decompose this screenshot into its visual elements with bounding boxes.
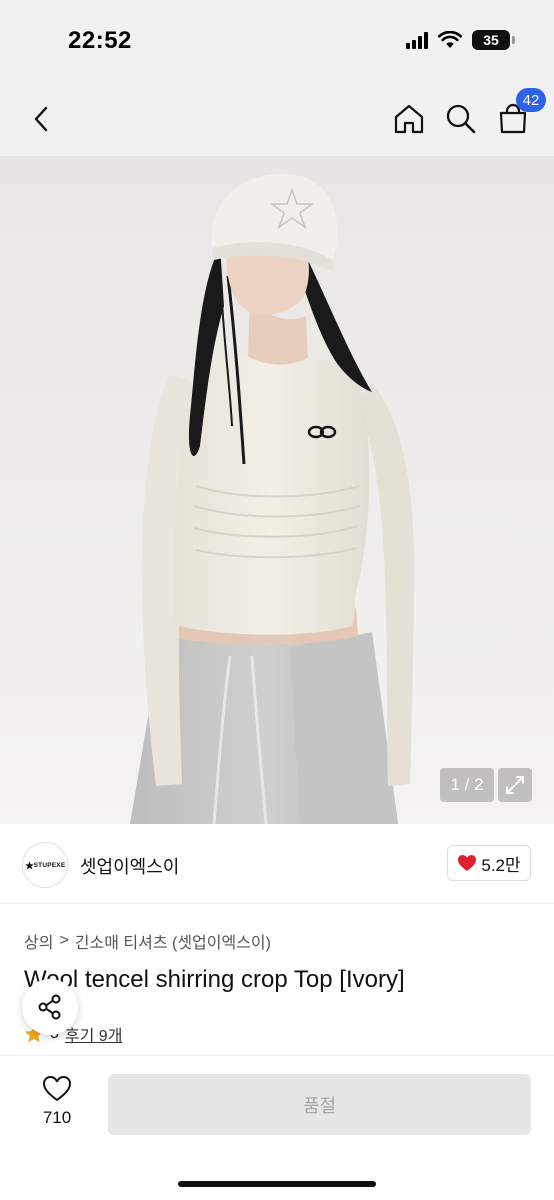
wishlist-button[interactable]: 710: [30, 1075, 84, 1128]
model-photo-illustration: [130, 174, 414, 824]
soldout-button[interactable]: 품절: [108, 1074, 531, 1135]
status-icons: 35: [406, 30, 515, 50]
expand-icon: [506, 776, 524, 794]
home-button[interactable]: [392, 102, 426, 136]
brand-name[interactable]: 셋업이엑스이: [80, 853, 179, 879]
search-icon: [446, 104, 476, 134]
product-photo[interactable]: [0, 156, 554, 824]
battery-icon: 35: [472, 30, 515, 50]
nav-actions: 42: [392, 88, 546, 136]
share-icon: [38, 994, 61, 1020]
breadcrumb-separator: >: [59, 932, 69, 949]
cart-button[interactable]: 42: [496, 88, 546, 136]
expand-image-button[interactable]: [498, 768, 532, 802]
nav-bar: 42: [0, 86, 554, 156]
brand-like-count: 5.2만: [481, 855, 521, 875]
search-button[interactable]: [444, 102, 478, 136]
cart-count-badge: 42: [516, 88, 546, 112]
signal-icon: [406, 31, 428, 49]
star-logo-icon: [24, 860, 34, 869]
home-icon: [394, 104, 424, 134]
back-chevron-icon: [34, 106, 48, 132]
home-indicator: [178, 1181, 376, 1187]
back-button[interactable]: [24, 102, 58, 136]
brand-logo[interactable]: STUPEXE: [22, 842, 68, 888]
status-bar: 22:52 35: [0, 0, 554, 86]
brand-like-button[interactable]: 5.2만: [447, 845, 531, 881]
share-button[interactable]: [22, 979, 78, 1035]
breadcrumb-category[interactable]: 상의: [24, 929, 53, 953]
battery-level: 35: [483, 32, 499, 48]
image-counter: 1 / 2: [440, 768, 494, 802]
brand-logo-text: STUPEXE: [33, 861, 66, 869]
review-link[interactable]: 후기 9개: [65, 1022, 123, 1046]
product-title: Wool tencel shirring crop Top [Ivory]: [24, 966, 405, 993]
status-time: 22:52: [68, 27, 132, 54]
heart-icon: [458, 855, 477, 871]
breadcrumb: 상의 > 긴소매 티셔츠 (셋업이엑스이): [24, 929, 271, 953]
wishlist-count: 710: [42, 1108, 72, 1127]
heart-outline-icon: [43, 1076, 71, 1101]
wifi-icon: [438, 31, 462, 48]
breadcrumb-subcategory[interactable]: 긴소매 티셔츠 (셋업이엑스이): [75, 929, 271, 953]
